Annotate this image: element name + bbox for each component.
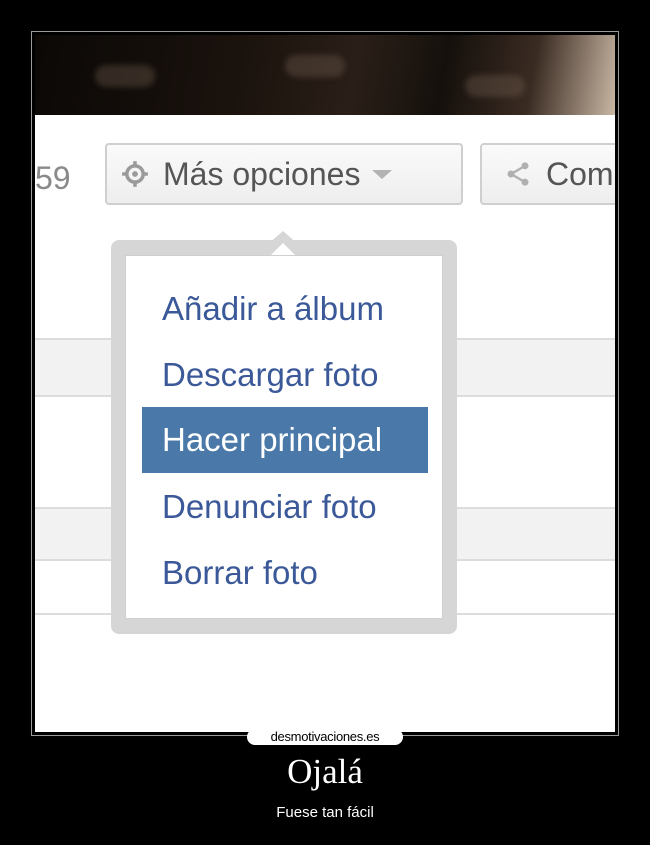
poster-title: Ojalá bbox=[287, 752, 363, 791]
cover-photo-detail bbox=[285, 55, 345, 77]
screenshot-area: 59 Más opciones Com Añadir a álbum Desca… bbox=[35, 35, 615, 732]
menu-item-download-photo[interactable]: Descargar foto bbox=[142, 342, 428, 408]
more-options-menu: Añadir a álbum Descargar foto Hacer prin… bbox=[125, 255, 443, 619]
menu-item-delete-photo[interactable]: Borrar foto bbox=[142, 540, 428, 606]
cover-photo-detail bbox=[95, 65, 155, 87]
poster-subtitle: Fuese tan fácil bbox=[276, 804, 374, 821]
share-button[interactable]: Com bbox=[480, 143, 615, 205]
photo-count: 59 bbox=[35, 160, 71, 196]
more-options-label: Más opciones bbox=[163, 155, 361, 192]
chevron-down-icon bbox=[372, 169, 393, 179]
menu-item-report-photo[interactable]: Denunciar foto bbox=[142, 474, 428, 540]
share-icon bbox=[507, 162, 529, 186]
site-logo: desmotivaciones.es bbox=[270, 729, 380, 744]
cover-photo-detail bbox=[465, 75, 525, 97]
dropdown-pointer-inner bbox=[271, 243, 295, 255]
more-options-button[interactable]: Más opciones bbox=[105, 143, 463, 205]
menu-item-make-profile[interactable]: Hacer principal bbox=[142, 407, 428, 473]
share-label: Com bbox=[546, 155, 614, 192]
menu-item-add-to-album[interactable]: Añadir a álbum bbox=[142, 276, 428, 342]
gear-icon bbox=[122, 161, 148, 187]
cover-photo bbox=[35, 35, 615, 115]
